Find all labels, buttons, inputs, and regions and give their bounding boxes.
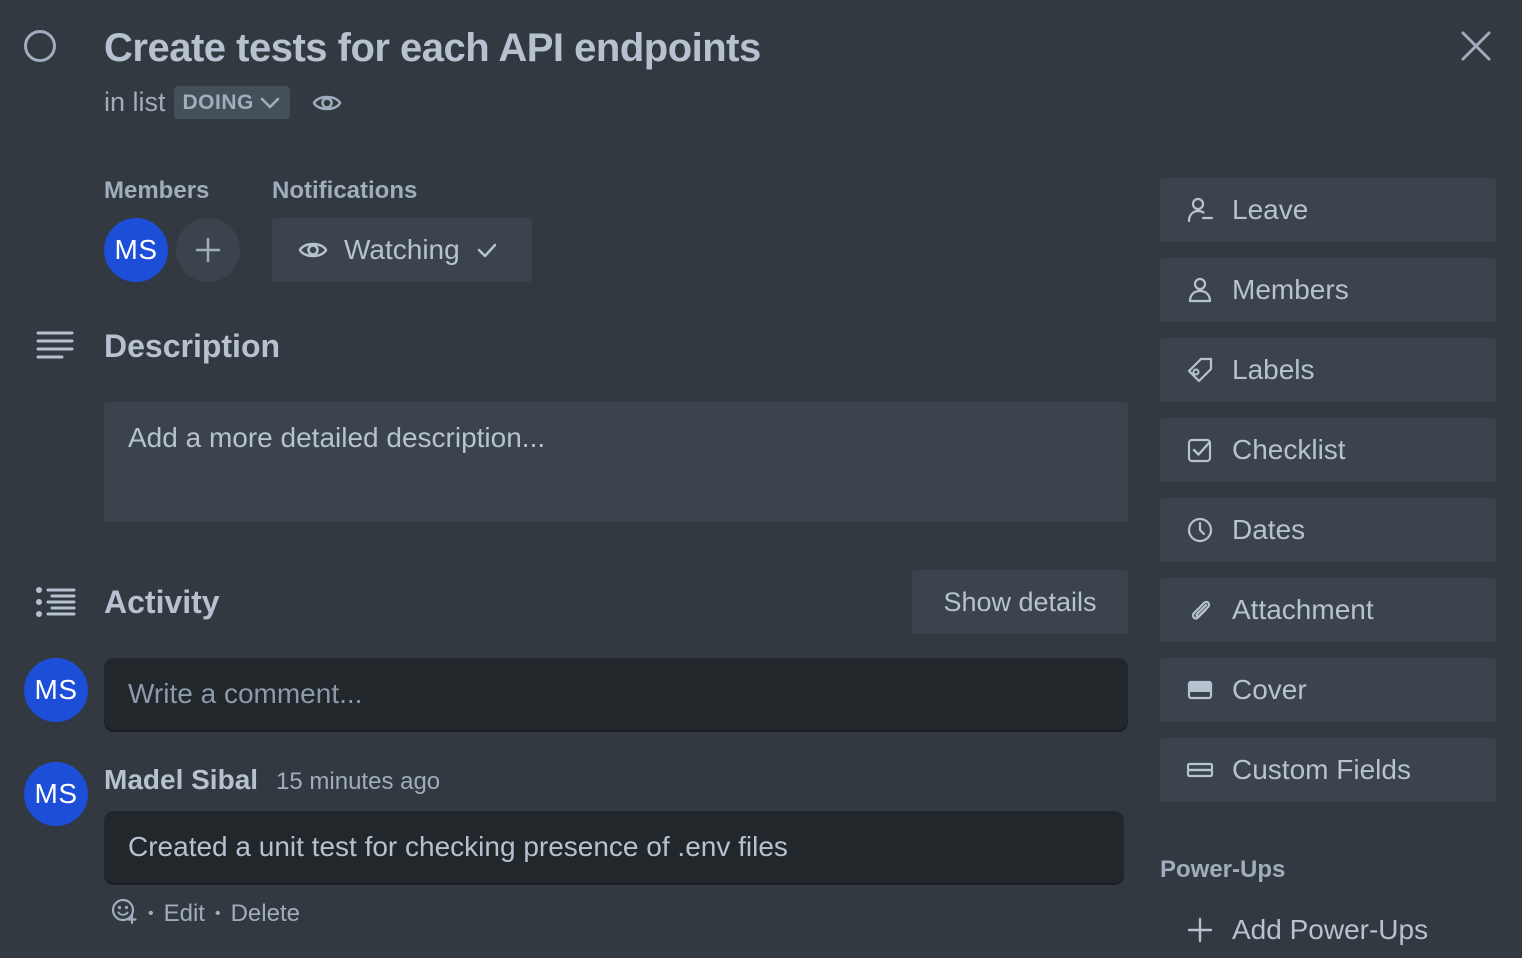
add-reaction-button[interactable] [110,896,138,931]
checklist-label: Checklist [1232,434,1346,465]
custom-fields-button[interactable]: Custom Fields [1160,738,1496,802]
watching-label: Watching [344,234,460,265]
dates-label: Dates [1232,514,1306,545]
separator-dot: • [148,904,154,922]
list-dropdown[interactable]: DOING [173,86,290,119]
add-member-button[interactable] [176,218,240,282]
labels-button[interactable]: Labels [1160,338,1496,402]
add-powerups-label: Add Power-Ups [1232,914,1429,945]
clock-icon [1186,516,1214,544]
member-avatar[interactable]: MS [104,218,168,282]
eye-icon [312,95,342,110]
emoji-add-icon [111,898,137,925]
close-button[interactable] [1452,22,1500,70]
in-list-prefix: in list [104,87,166,117]
paperclip-icon [1186,596,1214,624]
comment-author-name[interactable]: Madel Sibal [104,764,258,796]
custom-fields-icon [1186,756,1214,784]
members-label: Members [104,177,210,204]
add-powerups-button[interactable]: Add Power-Ups [1160,898,1496,958]
comment-input[interactable]: Write a comment... [104,658,1128,730]
cover-icon [1186,676,1214,704]
cover-button[interactable]: Cover [1160,658,1496,722]
labels-label: Labels [1232,354,1315,385]
show-details-button[interactable]: Show details [912,570,1128,634]
comment-timestamp[interactable]: 15 minutes ago [276,768,440,796]
attachment-button[interactable]: Attachment [1160,578,1496,642]
delete-comment-link[interactable]: Delete [231,900,300,928]
plus-icon [195,237,221,263]
description-heading: Description [104,328,281,364]
watching-indicator [312,91,342,115]
chevron-down-icon [260,97,280,108]
check-icon [477,243,496,258]
attachment-label: Attachment [1232,594,1374,625]
comment-body: Created a unit test for checking presenc… [104,811,1124,883]
edit-comment-link[interactable]: Edit [164,900,205,928]
eye-icon [298,242,328,258]
notifications-label: Notifications [272,177,418,204]
close-icon [1461,31,1491,61]
leave-label: Leave [1232,194,1309,225]
comment-actions: • Edit • Delete [110,896,300,931]
list-name: DOING [182,90,254,114]
separator-dot: • [214,904,221,922]
leave-button[interactable]: Leave [1160,178,1496,242]
dates-button[interactable]: Dates [1160,498,1496,562]
person-icon [1186,276,1214,304]
checklist-icon [1186,436,1214,464]
current-user-avatar[interactable]: MS [24,658,88,722]
activity-icon [34,586,76,623]
cover-label: Cover [1232,674,1307,705]
watching-button[interactable]: Watching [272,218,532,282]
leave-icon [1186,196,1214,224]
checklist-button[interactable]: Checklist [1160,418,1496,482]
card-title[interactable]: Create tests for each API endpoints [104,26,761,71]
members-button[interactable]: Members [1160,258,1496,322]
list-location: in list DOING [104,86,342,119]
description-icon [36,330,76,367]
powerups-label: Power-Ups [1160,856,1286,883]
mark-complete-circle[interactable] [24,30,56,62]
comment-author-avatar[interactable]: MS [24,762,88,826]
custom-fields-label: Custom Fields [1232,754,1411,785]
plus-icon [1186,916,1214,944]
description-input[interactable]: Add a more detailed description... [104,402,1128,522]
members-button-label: Members [1232,274,1349,305]
activity-heading: Activity [104,584,220,620]
comment-header: Madel Sibal 15 minutes ago [104,764,440,796]
label-tag-icon [1186,356,1214,384]
